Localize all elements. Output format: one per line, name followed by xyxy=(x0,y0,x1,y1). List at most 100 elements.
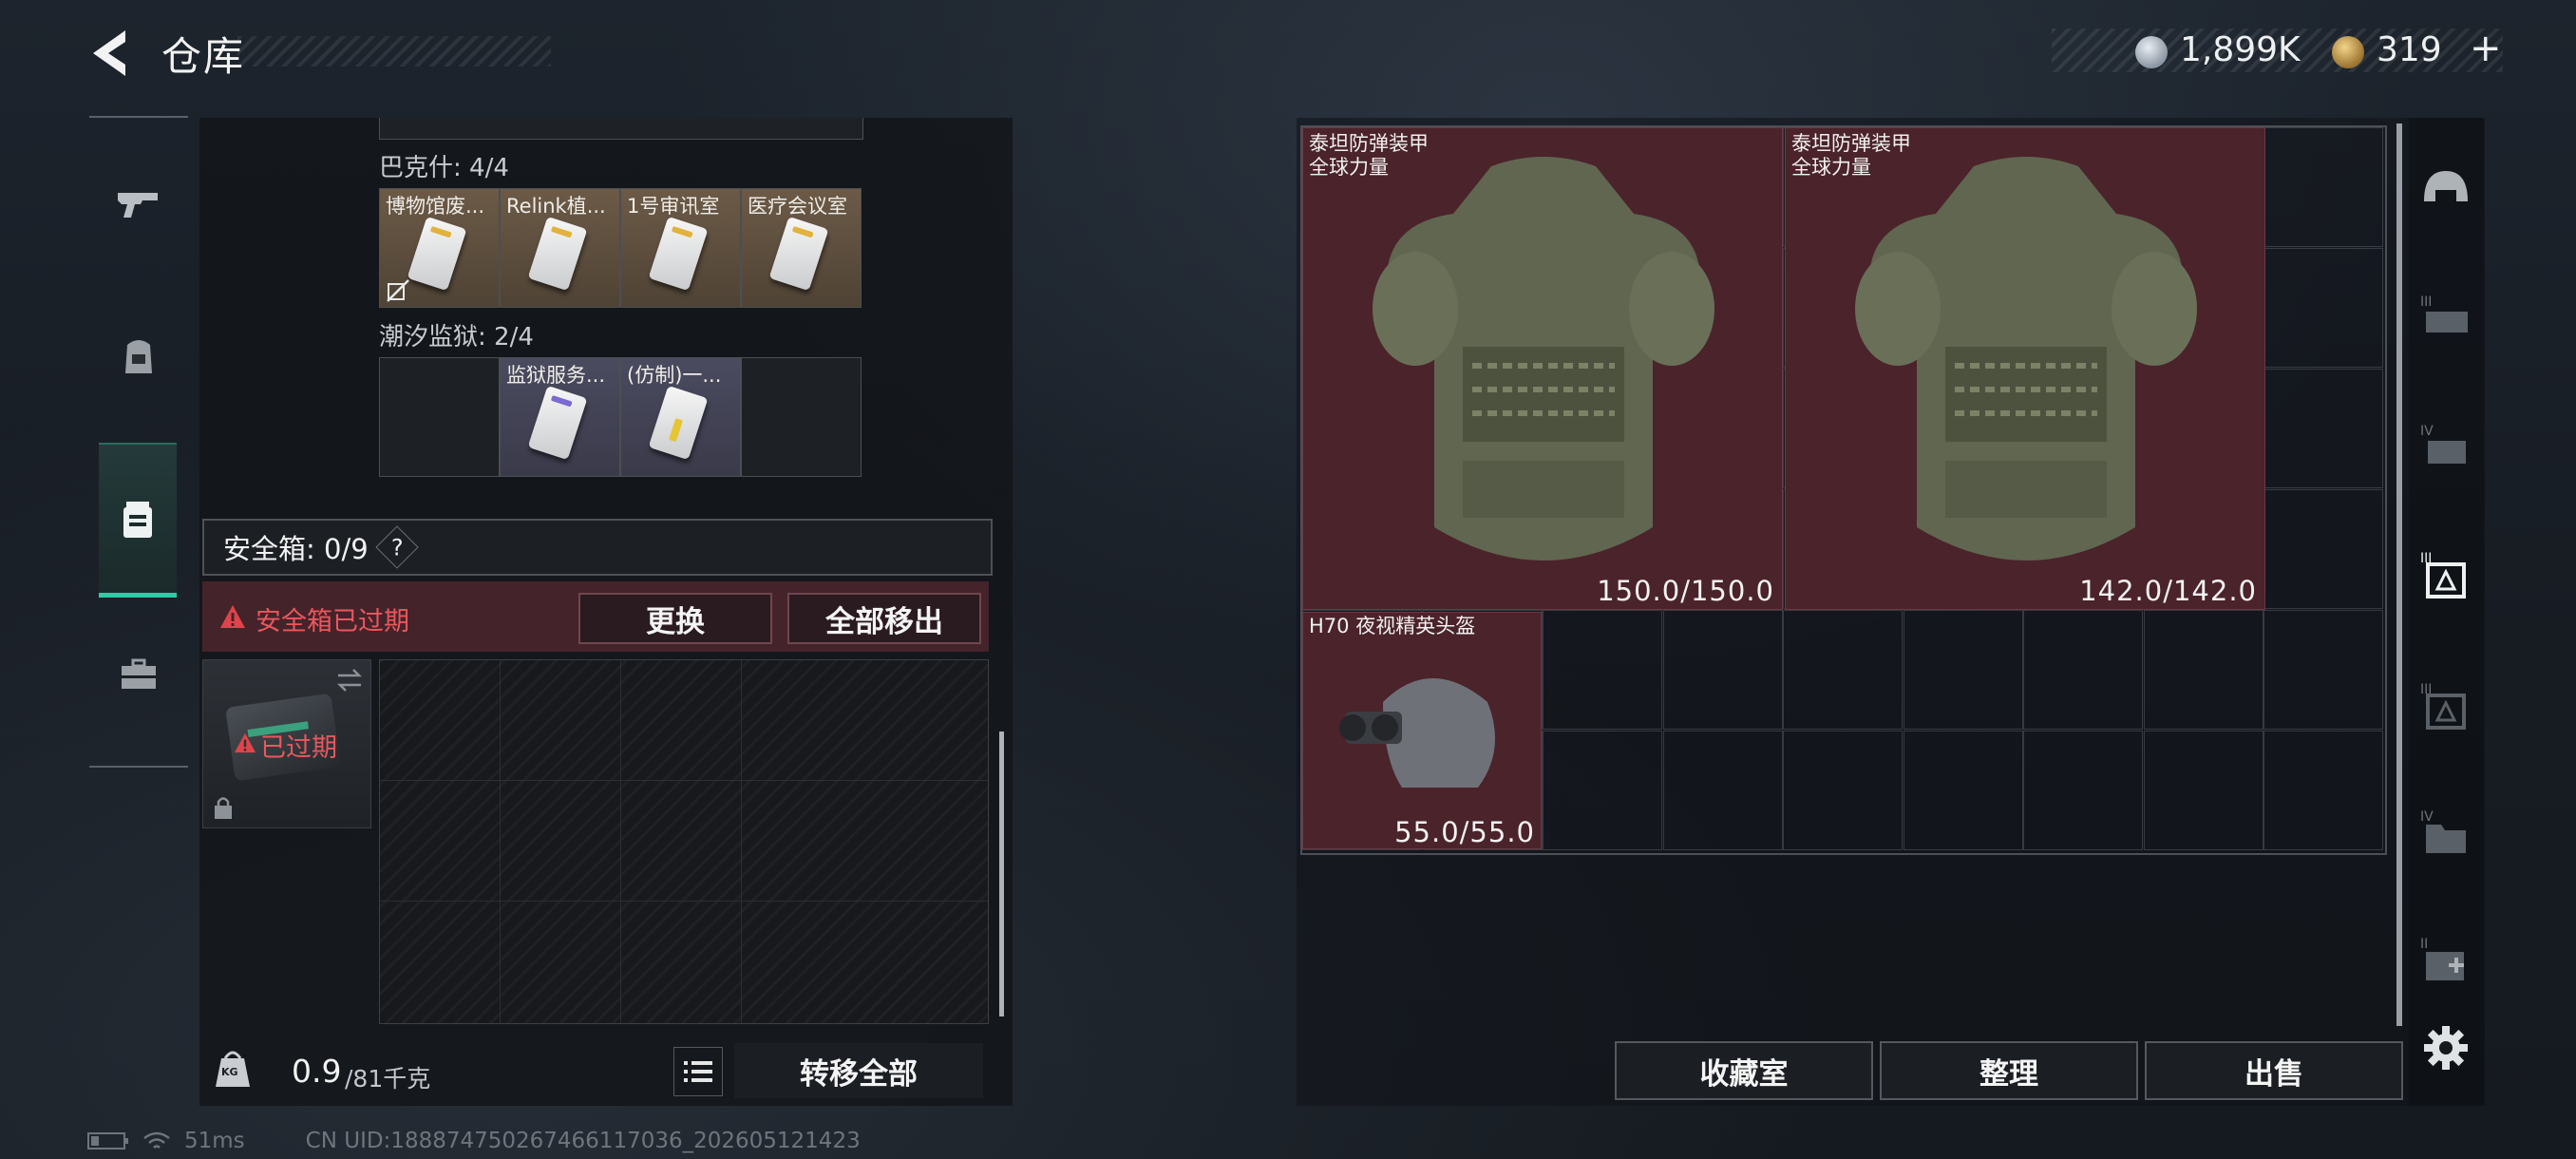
weight-current: 0.9 xyxy=(292,1053,342,1090)
inventory-cell[interactable] xyxy=(1783,731,1903,850)
inventory-cell[interactable] xyxy=(2263,248,2383,368)
inventory-cell[interactable] xyxy=(2023,610,2143,730)
key-slot-empty[interactable] xyxy=(741,357,862,477)
inventory-cell[interactable] xyxy=(2023,731,2143,850)
body-armor-icon xyxy=(1373,157,1714,560)
ping-text: 51ms xyxy=(184,1129,245,1153)
inventory-cell[interactable] xyxy=(1903,731,2023,850)
rail-chest-armor-active[interactable]: III xyxy=(2413,542,2479,608)
inventory-item-armor[interactable]: 泰坦防弹装甲 全球力量 150.0/150.0 xyxy=(1302,127,1783,610)
item-durability: 142.0/142.0 xyxy=(2079,575,2257,607)
inventory-item-helmet[interactable]: H70 夜视精英头盔 55.0/55.0 xyxy=(1302,612,1542,849)
keycard-icon xyxy=(527,216,588,292)
inventory-cell[interactable] xyxy=(1783,610,1903,730)
key-item[interactable]: 博物馆废... xyxy=(379,188,500,308)
lock-icon xyxy=(215,797,232,819)
key-item-label: 博物馆废... xyxy=(386,195,485,218)
nav-briefcase[interactable] xyxy=(89,604,188,747)
svg-text:II: II xyxy=(2420,937,2428,952)
wifi-icon xyxy=(143,1131,170,1149)
rail-helmet[interactable] xyxy=(2413,158,2479,224)
back-button[interactable] xyxy=(87,27,137,80)
inventory-cell[interactable] xyxy=(2263,127,2383,247)
help-icon[interactable]: ? xyxy=(375,525,419,569)
gear-icon xyxy=(2424,1026,2468,1070)
nav-containers[interactable] xyxy=(99,443,177,598)
key-item[interactable]: (仿制)一... xyxy=(620,357,741,477)
key-item[interactable]: Relink植... xyxy=(500,188,620,308)
key-row-partial xyxy=(379,118,863,140)
sell-button[interactable]: 出售 xyxy=(2145,1041,2403,1100)
nav-backpack[interactable] xyxy=(89,285,188,428)
replace-button[interactable]: 更换 xyxy=(578,593,772,644)
backpack-icon xyxy=(125,340,152,373)
inventory-cell[interactable] xyxy=(2263,610,2383,730)
safe-box-slot[interactable]: 已过期 xyxy=(202,659,371,828)
sort-button[interactable]: 整理 xyxy=(1880,1041,2138,1100)
right-scrollbar[interactable] xyxy=(2396,124,2402,1026)
transfer-all-button[interactable]: 转移全部 xyxy=(734,1043,983,1098)
rig-icon-iv: IV xyxy=(2420,424,2466,464)
key-item-label: (仿制)一... xyxy=(627,364,722,387)
battery-icon xyxy=(87,1132,128,1150)
nav-weapons[interactable] xyxy=(89,133,188,276)
gold-amount: 319 xyxy=(2377,30,2442,69)
inventory-cell[interactable] xyxy=(2263,489,2383,609)
safe-box-header: 安全箱: 0/9 ? xyxy=(202,519,993,576)
key-group-row: 博物馆废... Relink植... 1号审讯室 医疗会议室 xyxy=(379,188,862,310)
inventory-cell[interactable] xyxy=(2263,369,2383,488)
key-item-label: Relink植... xyxy=(506,195,606,218)
settings-button[interactable] xyxy=(2413,1015,2479,1081)
left-scrollbar[interactable] xyxy=(999,732,1004,1016)
safe-box-expired-text: 安全箱已过期 xyxy=(256,607,409,636)
gold-coin-icon xyxy=(2332,36,2364,68)
key-slot-empty[interactable] xyxy=(379,357,500,477)
inventory-cell[interactable] xyxy=(1903,610,2023,730)
safe-box-warning: 安全箱已过期 更换 全部移出 xyxy=(202,581,989,652)
inventory-cell[interactable] xyxy=(1662,731,1783,850)
rail-folder-iv[interactable]: IV xyxy=(2413,800,2479,866)
list-view-button[interactable] xyxy=(673,1047,723,1096)
rail-medkit-ii[interactable]: II xyxy=(2413,927,2479,994)
inventory-cell[interactable] xyxy=(2263,731,2383,850)
keycard-icon xyxy=(648,385,709,461)
briefcase-icon xyxy=(122,658,156,689)
inventory-item-armor[interactable]: 泰坦防弹装甲 全球力量 142.0/142.0 xyxy=(1785,127,2265,610)
chest-armor-icon-iii: III xyxy=(2420,682,2466,730)
rail-rig-iv[interactable]: IV xyxy=(2413,414,2479,481)
rig-icon-iii: III xyxy=(2420,294,2468,332)
list-icon xyxy=(684,1061,712,1082)
page-title: 仓库 xyxy=(161,33,246,80)
rail-rig-iii[interactable]: III xyxy=(2413,285,2479,352)
move-all-out-button[interactable]: 全部移出 xyxy=(787,593,981,644)
keycard-icon xyxy=(407,216,467,292)
gun-icon xyxy=(118,193,158,218)
night-vision-helmet-icon xyxy=(1339,678,1495,788)
inventory-cell[interactable] xyxy=(2143,610,2263,730)
uid-text: CN UID:1888747502674661170­36_2026051214… xyxy=(305,1129,861,1153)
swap-icon[interactable] xyxy=(334,668,365,693)
key-group-label: 巴克什: 4/4 xyxy=(379,154,509,182)
warning-icon xyxy=(220,605,245,628)
medkit-icon-ii: II xyxy=(2420,937,2464,980)
key-item[interactable]: 医疗会议室 xyxy=(741,188,862,308)
add-gold-button[interactable]: + xyxy=(2470,27,2502,70)
key-item[interactable]: 监狱服务... xyxy=(500,357,620,477)
silver-coin-icon xyxy=(2135,36,2168,68)
safe-box-grid[interactable] xyxy=(379,659,989,1024)
collection-room-button[interactable]: 收藏室 xyxy=(1615,1041,1873,1100)
key-item-label: 医疗会议室 xyxy=(748,195,847,218)
money-amount: 1,899K xyxy=(2180,30,2301,69)
safe-box-count: 安全箱: 0/9 xyxy=(223,533,369,565)
key-group-row: 监狱服务... (仿制)一... xyxy=(379,357,862,479)
key-group-label: 潮汐监狱: 2/4 xyxy=(379,323,534,352)
inventory-cell[interactable] xyxy=(1543,731,1662,850)
keycard-icon xyxy=(648,216,709,292)
container-icon xyxy=(123,502,152,538)
expired-label: 已过期 xyxy=(260,733,337,763)
inventory-cell[interactable] xyxy=(1543,610,1662,730)
rail-chest-armor-iii[interactable]: III xyxy=(2413,673,2479,739)
inventory-cell[interactable] xyxy=(2143,731,2263,850)
key-item[interactable]: 1号审讯室 xyxy=(620,188,741,308)
inventory-cell[interactable] xyxy=(1662,610,1783,730)
